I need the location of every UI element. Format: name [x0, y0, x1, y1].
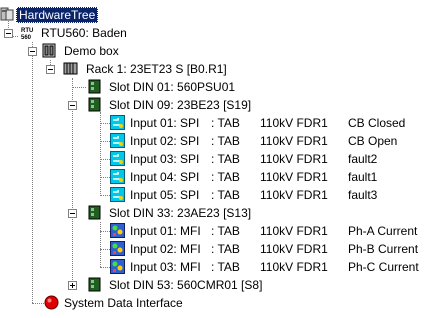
spi-signal-icon: [110, 151, 125, 166]
input-type: : TAB: [211, 260, 240, 274]
input-feeder: 110kV FDR1: [260, 242, 328, 256]
tree-node-label: Slot DIN 53: 560CMR01 [S8]: [109, 278, 263, 292]
input-feeder: 110kV FDR1: [260, 260, 328, 274]
tree-node-spi-input[interactable]: Input 02: SPI : TAB 110kV FDR1 CB Open: [0, 132, 431, 150]
input-type: : TAB: [211, 188, 240, 202]
collapse-toggle[interactable]: [28, 47, 37, 56]
tree-node-slot-din-33[interactable]: Slot DIN 33: 23AE23 [S13]: [0, 204, 431, 222]
mfi-measurement-icon: [110, 259, 125, 274]
tree-node-label: Slot DIN 09: 23BE23 [S19]: [109, 98, 252, 112]
rtu-icon: RTU 560: [21, 28, 33, 41]
hardware-tree-icon: [0, 7, 14, 21]
board-icon: [88, 277, 101, 292]
tree-node-spi-input[interactable]: Input 05: SPI : TAB 110kV FDR1 fault3: [0, 186, 431, 204]
tree-node-label: Slot DIN 01: 560PSU01: [109, 80, 236, 94]
mfi-measurement-icon: [110, 241, 125, 256]
input-description: fault2: [348, 152, 378, 166]
cabinet-icon: [42, 43, 56, 58]
input-name: Input 03: MFI: [130, 260, 201, 274]
input-description: Ph-C Current: [348, 260, 419, 274]
mfi-measurement-icon: [110, 223, 125, 238]
input-name: Input 02: MFI: [130, 242, 201, 256]
input-type: : TAB: [211, 242, 240, 256]
tree-node-rtu[interactable]: RTU 560 RTU560: Baden: [0, 24, 431, 42]
expand-toggle[interactable]: [68, 281, 77, 290]
tree-node-label: RTU560: Baden: [41, 26, 127, 40]
tree-node-mfi-input[interactable]: Input 01: MFI : TAB 110kV FDR1 Ph-A Curr…: [0, 222, 431, 240]
tree-node-rack[interactable]: Rack 1: 23ET23 S [B0.R1]: [0, 60, 431, 78]
red-status-icon: [44, 295, 59, 310]
input-description: CB Open: [348, 134, 398, 148]
collapse-toggle[interactable]: [68, 101, 77, 110]
input-type: : TAB: [211, 152, 240, 166]
tree-node-demo-box[interactable]: Demo box: [0, 42, 431, 60]
tree-node-label: Rack 1: 23ET23 S [B0.R1]: [86, 62, 227, 76]
tree-node-spi-input[interactable]: Input 01: SPI : TAB 110kV FDR1 CB Closed: [0, 114, 431, 132]
input-feeder: 110kV FDR1: [260, 134, 328, 148]
rack-icon: [63, 62, 78, 75]
board-icon: [88, 79, 101, 94]
input-feeder: 110kV FDR1: [260, 188, 328, 202]
input-description: Ph-B Current: [348, 242, 419, 256]
tree-node-slot-din-09[interactable]: Slot DIN 09: 23BE23 [S19]: [0, 96, 431, 114]
spi-signal-icon: [110, 133, 125, 148]
svg-text:560: 560: [21, 35, 32, 41]
input-name: Input 05: SPI: [130, 188, 200, 202]
input-name: Input 04: SPI: [130, 170, 200, 184]
board-icon: [88, 205, 101, 220]
tree-node-label: Slot DIN 33: 23AE23 [S13]: [109, 206, 252, 220]
input-type: : TAB: [211, 116, 240, 130]
input-description: CB Closed: [348, 116, 406, 130]
input-feeder: 110kV FDR1: [260, 170, 328, 184]
spi-signal-icon: [110, 187, 125, 202]
input-type: : TAB: [211, 170, 240, 184]
spi-signal-icon: [110, 169, 125, 184]
tree-node-mfi-input[interactable]: Input 02: MFI : TAB 110kV FDR1 Ph-B Curr…: [0, 240, 431, 258]
collapse-toggle[interactable]: [46, 65, 55, 74]
input-feeder: 110kV FDR1: [260, 152, 328, 166]
board-icon: [88, 97, 101, 112]
input-name: Input 01: SPI: [130, 116, 200, 130]
input-description: fault3: [348, 188, 378, 202]
tree-node-spi-input[interactable]: Input 03: SPI : TAB 110kV FDR1 fault2: [0, 150, 431, 168]
tree-node-spi-input[interactable]: Input 04: SPI : TAB 110kV FDR1 fault1: [0, 168, 431, 186]
input-name: Input 03: SPI: [130, 152, 200, 166]
hardware-tree: HardwareTree RTU 560 RTU560: Baden Demo …: [0, 0, 431, 318]
input-description: fault1: [348, 170, 378, 184]
tree-node-label: System Data Interface: [64, 296, 183, 310]
tree-node-label: HardwareTree: [16, 7, 99, 23]
tree-node-slot-din-53[interactable]: Slot DIN 53: 560CMR01 [S8]: [0, 276, 431, 294]
input-feeder: 110kV FDR1: [260, 224, 328, 238]
collapse-toggle[interactable]: [4, 29, 13, 38]
tree-node-label: Demo box: [64, 44, 119, 58]
spi-signal-icon: [110, 115, 125, 130]
input-name: Input 01: MFI: [130, 224, 201, 238]
input-name: Input 02: SPI: [130, 134, 200, 148]
input-type: : TAB: [211, 224, 240, 238]
tree-node-system-data-interface[interactable]: System Data Interface: [0, 294, 431, 312]
input-feeder: 110kV FDR1: [260, 116, 328, 130]
tree-node-hardwaretree[interactable]: HardwareTree: [0, 6, 431, 24]
svg-text:RTU: RTU: [21, 28, 33, 34]
tree-node-mfi-input[interactable]: Input 03: MFI : TAB 110kV FDR1 Ph-C Curr…: [0, 258, 431, 276]
input-description: Ph-A Current: [348, 224, 418, 238]
tree-node-slot-din-01[interactable]: Slot DIN 01: 560PSU01: [0, 78, 431, 96]
collapse-toggle[interactable]: [68, 209, 77, 218]
input-type: : TAB: [211, 134, 240, 148]
